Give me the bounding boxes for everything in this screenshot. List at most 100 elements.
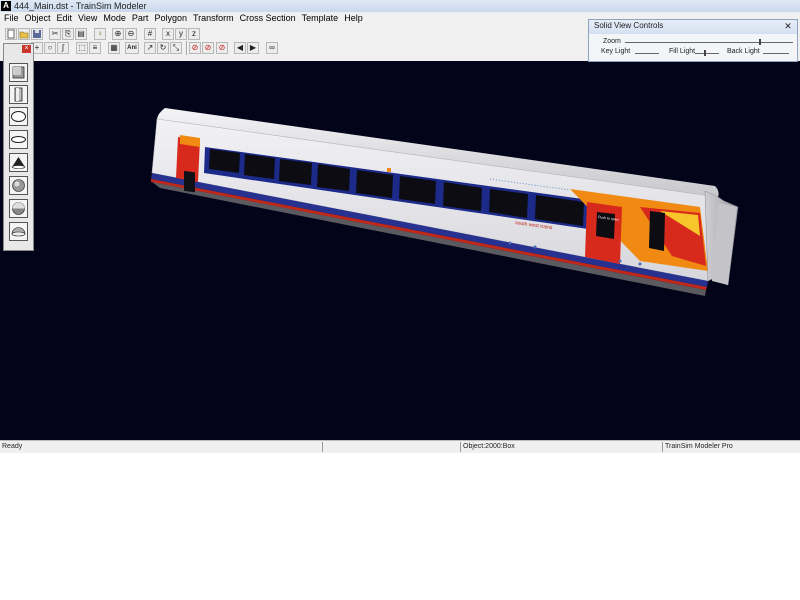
- cone-tool-icon: [11, 157, 26, 169]
- open-button[interactable]: [18, 28, 30, 40]
- open-folder-icon: [19, 31, 29, 39]
- key-light-slider[interactable]: [635, 53, 659, 54]
- fill-light-label: Fill Light: [669, 48, 696, 55]
- move-button[interactable]: ↗: [144, 42, 156, 54]
- zoom-out-button[interactable]: ⊖: [125, 28, 137, 40]
- no-rotate-button[interactable]: ⊘: [216, 42, 228, 54]
- spline-button[interactable]: ∫: [57, 42, 69, 54]
- left-door-window: [184, 170, 195, 193]
- scale-icon: ⤡: [172, 43, 180, 52]
- menu-template[interactable]: Template: [299, 12, 342, 25]
- select-rect-button[interactable]: ⬚: [76, 42, 88, 54]
- new-file-button[interactable]: [5, 28, 17, 40]
- new-file-icon: [7, 29, 15, 39]
- toolbar-separator: [186, 41, 187, 55]
- light-button[interactable]: ♀: [94, 28, 106, 40]
- disc-tool-button[interactable]: [9, 107, 28, 126]
- sphere-tool-icon: ○: [47, 43, 53, 52]
- save-button[interactable]: [31, 28, 43, 40]
- title-bar: A 444_Main.dst - TrainSim Modeler: [0, 0, 800, 12]
- zoom-out-icon: ⊖: [127, 29, 135, 38]
- texture-icon: ▦: [110, 43, 118, 52]
- z-axis-icon: z: [192, 29, 196, 38]
- flat-disc-tool-button[interactable]: [9, 130, 28, 149]
- menu-mode[interactable]: Mode: [100, 12, 129, 25]
- shell-tool-icon: [11, 227, 26, 237]
- binoculars-button[interactable]: ∞: [266, 42, 278, 54]
- zoom-label: Zoom: [603, 38, 621, 45]
- menu-object[interactable]: Object: [22, 12, 54, 25]
- cube-tool-button[interactable]: [9, 63, 28, 82]
- next-button[interactable]: ▶: [247, 42, 259, 54]
- sphere-tool-button[interactable]: [9, 176, 28, 195]
- menu-file[interactable]: File: [0, 12, 22, 25]
- status-bar: Ready Object:2000:Box TrainSim Modeler P…: [0, 440, 800, 453]
- shell-tool-button[interactable]: [9, 222, 28, 241]
- menu-cross-section[interactable]: Cross Section: [237, 12, 299, 25]
- hemisphere-tool-icon: [12, 202, 25, 215]
- status-ready: Ready: [2, 443, 23, 450]
- previous-icon: ◀: [236, 43, 244, 52]
- end-window: [649, 211, 665, 251]
- z-axis-button[interactable]: z: [188, 28, 200, 40]
- cube-tool-icon: [12, 66, 25, 79]
- sphere-button[interactable]: ○: [44, 42, 56, 54]
- paste-icon: ▤: [77, 29, 85, 38]
- no-move-button[interactable]: ⊘: [202, 42, 214, 54]
- menu-transform[interactable]: Transform: [190, 12, 237, 25]
- close-icon[interactable]: ✕: [783, 20, 793, 32]
- cone-tool-button[interactable]: [9, 153, 28, 172]
- scale-button[interactable]: ⤡: [170, 42, 182, 54]
- zoom-slider[interactable]: [625, 42, 793, 43]
- primitives-palette: ×: [3, 43, 34, 251]
- grid-icon: #: [147, 29, 153, 38]
- binoculars-icon: ∞: [269, 43, 275, 52]
- fill-light-slider[interactable]: [695, 53, 719, 54]
- zoom-in-icon: ⊕: [114, 29, 122, 38]
- zoom-in-button[interactable]: ⊕: [112, 28, 124, 40]
- menu-view[interactable]: View: [75, 12, 100, 25]
- solid-view-header: Solid View Controls ✕: [589, 20, 797, 34]
- key-light-label: Key Light: [601, 48, 631, 55]
- x-axis-icon: x: [166, 29, 170, 38]
- status-divider: [322, 442, 323, 452]
- move-icon: ↗: [146, 43, 154, 52]
- no-rotate-icon: ⊘: [218, 43, 226, 52]
- no-select-button[interactable]: ⊘: [189, 42, 201, 54]
- select-lines-button[interactable]: ≡: [89, 42, 101, 54]
- menu-polygon[interactable]: Polygon: [151, 12, 190, 25]
- 3d-viewport[interactable]: Push to open south west trains: [0, 61, 800, 440]
- back-light-slider[interactable]: [763, 53, 789, 54]
- fill-light-slider-thumb[interactable]: [704, 50, 706, 56]
- x-axis-button[interactable]: x: [162, 28, 174, 40]
- save-icon: [33, 30, 41, 38]
- spline-icon: ∫: [61, 43, 65, 52]
- cylinder-tool-button[interactable]: [9, 85, 28, 104]
- texture-button[interactable]: ▦: [108, 42, 120, 54]
- palette-close-button[interactable]: ×: [22, 45, 31, 53]
- zoom-slider-thumb[interactable]: [759, 39, 761, 45]
- paste-button[interactable]: ▤: [75, 28, 87, 40]
- back-light-label: Back Light: [727, 48, 760, 55]
- body-marker: [387, 168, 391, 172]
- rotate-button[interactable]: ↻: [157, 42, 169, 54]
- flat-disc-tool-icon: [11, 136, 26, 143]
- pointer-icon: +: [34, 43, 40, 52]
- y-axis-button[interactable]: y: [175, 28, 187, 40]
- no-select-icon: ⊘: [191, 43, 199, 52]
- grid-button[interactable]: #: [144, 28, 156, 40]
- previous-button[interactable]: ◀: [234, 42, 246, 54]
- menu-help[interactable]: Help: [341, 12, 366, 25]
- rotate-icon: ↻: [159, 43, 167, 52]
- next-icon: ▶: [249, 43, 257, 52]
- ani-icon: Ani: [127, 45, 137, 51]
- copy-button[interactable]: ⎘: [62, 28, 74, 40]
- hemisphere-tool-button[interactable]: [9, 199, 28, 218]
- no-move-icon: ⊘: [204, 43, 212, 52]
- menu-part[interactable]: Part: [129, 12, 152, 25]
- disc-tool-icon: [11, 111, 26, 122]
- train-model[interactable]: Push to open south west trains: [0, 61, 800, 440]
- ani-button[interactable]: Ani: [125, 42, 139, 54]
- menu-edit[interactable]: Edit: [54, 12, 76, 25]
- cut-button[interactable]: ✂: [49, 28, 61, 40]
